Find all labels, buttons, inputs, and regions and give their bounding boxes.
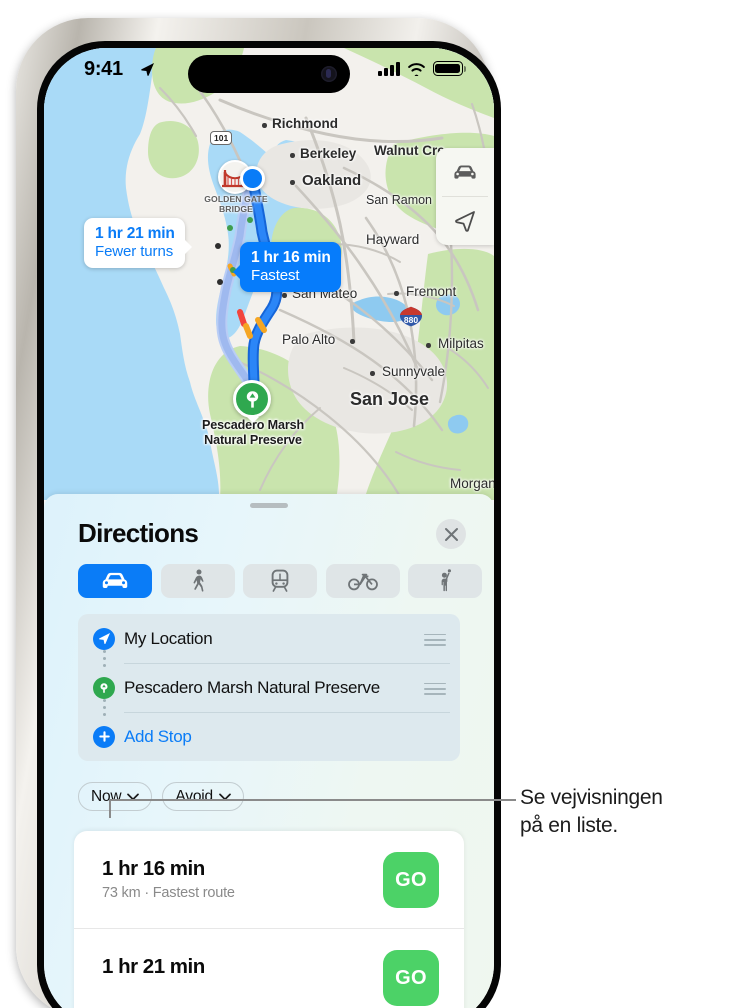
mode-cycling[interactable]: [325, 564, 400, 598]
go-button[interactable]: GO: [383, 950, 439, 1006]
mode-ride[interactable]: [408, 564, 482, 598]
map-place-label: Morgan Hi: [450, 476, 494, 491]
rideshare-icon: [441, 569, 451, 592]
route-results-list: 1 hr 16 min 73 km · Fastest route GO 1 h…: [74, 831, 464, 1008]
plus-icon: [93, 725, 115, 748]
route-bubble-label: Fastest: [251, 266, 300, 284]
directions-sheet: Directions My Location Pescadero Marsh N…: [44, 494, 494, 1008]
map-place-label: San Ramon: [366, 193, 433, 207]
annotation-line-1: Se vejvisningen: [520, 786, 663, 809]
route-result-row[interactable]: 1 hr 21 min GO: [74, 928, 464, 1008]
map-place-label: Palo Alto: [282, 332, 336, 347]
chip-departure-time[interactable]: Now: [78, 782, 153, 811]
mode-walking[interactable]: [160, 564, 235, 598]
map-place-label: Richmond: [272, 116, 338, 131]
field-origin-text: My Location: [124, 628, 213, 648]
route-result-row[interactable]: 1 hr 16 min 73 km · Fastest route GO: [74, 831, 464, 928]
close-icon: [444, 527, 458, 541]
map-mode-driving-button[interactable]: [436, 148, 494, 196]
chevron-down-icon: [219, 793, 231, 800]
user-location-dot: [240, 166, 265, 191]
map-place-label: Walnut Cre: [374, 143, 445, 158]
page-title: Directions: [78, 518, 199, 548]
location-arrow-icon: [93, 627, 115, 650]
navigation-arrow-icon: [455, 211, 475, 232]
map-place-label: Sunnyvale: [382, 364, 446, 379]
go-button[interactable]: GO: [383, 852, 439, 908]
map-place-label: Milpitas: [438, 336, 484, 351]
destination-pin-icon: [93, 676, 115, 699]
bicycle-icon: [347, 573, 378, 591]
map-place-dot: [262, 123, 267, 128]
mode-transit[interactable]: [243, 564, 317, 598]
field-destination[interactable]: Pescadero Marsh Natural Preserve: [93, 663, 460, 716]
chip-avoid[interactable]: Avoid: [162, 782, 244, 811]
walk-icon: [193, 569, 204, 592]
route-bubble-label: Fewer turns: [95, 242, 174, 260]
map-place-label: San Jose: [350, 389, 430, 409]
transport-mode-selector: [78, 564, 482, 598]
drag-handle[interactable]: [424, 682, 446, 699]
route-bubble-time: 1 hr 16 min: [251, 249, 331, 266]
map-place-dot: [370, 371, 375, 376]
route-dots: [103, 699, 106, 720]
map-place-label: Fremont: [406, 284, 457, 299]
golden-gate-bridge-label: GOLDEN GATE BRIDGE: [204, 194, 268, 215]
field-add-stop-text: Add Stop: [124, 726, 192, 746]
map-recenter-button[interactable]: [436, 197, 494, 245]
route-bubble-fastest[interactable]: 1 hr 16 min Fastest: [233, 242, 341, 292]
shield-880-text: 880: [403, 315, 419, 325]
chip-avoid-label: Avoid: [175, 787, 213, 805]
phone-screen: 101 880 Richmond Berkeley Walnut Cre Oaklan…: [44, 48, 494, 1008]
map-place-dot: [290, 180, 295, 185]
drag-handle[interactable]: [424, 633, 446, 650]
screenshot-root: 101 880 Richmond Berkeley Walnut Cre Oaklan…: [0, 0, 734, 1008]
route-dots: [103, 650, 106, 671]
car-icon: [102, 572, 128, 589]
route-options: Now Avoid: [78, 782, 244, 811]
map-place-dot: [350, 339, 355, 344]
field-origin[interactable]: My Location: [93, 614, 460, 667]
park-tree-icon: [246, 390, 258, 408]
map-place-label: Hayward: [366, 232, 420, 247]
map-view[interactable]: 101 880 Richmond Berkeley Walnut Cre Oaklan…: [44, 48, 494, 500]
map-place-dot: [290, 153, 295, 158]
map-place-dot: [282, 293, 287, 298]
map-place-dot: [394, 291, 399, 296]
field-add-stop[interactable]: Add Stop: [93, 712, 460, 761]
map-controls: [436, 148, 494, 245]
highway-shield-880: 880: [399, 306, 423, 327]
route-bubble-fewer-turns[interactable]: 1 hr 21 min Fewer turns: [84, 218, 192, 268]
car-icon: [454, 165, 476, 179]
train-icon: [271, 569, 289, 592]
chevron-down-icon: [127, 793, 140, 800]
phone-frame: 101 880 Richmond Berkeley Walnut Cre Oaklan…: [16, 18, 501, 1008]
map-place-label: Oakland: [302, 172, 362, 189]
route-fields: My Location Pescadero Marsh Natural Pres…: [78, 614, 460, 761]
annotation-text: Se vejvisningen på en liste.: [520, 784, 734, 840]
map-place-label: Berkeley: [300, 146, 357, 161]
close-button[interactable]: [436, 519, 466, 549]
map-place-dot: [426, 343, 431, 348]
route-bubble-time: 1 hr 21 min: [95, 225, 175, 242]
annotation-line-2: på en liste.: [520, 813, 618, 837]
mode-driving[interactable]: [78, 564, 152, 598]
field-destination-text: Pescadero Marsh Natural Preserve: [124, 677, 380, 697]
sheet-grabber[interactable]: [250, 503, 288, 508]
highway-shield-101: 101: [210, 131, 233, 145]
chip-departure-time-label: Now: [91, 787, 122, 805]
destination-pin[interactable]: [233, 380, 271, 423]
